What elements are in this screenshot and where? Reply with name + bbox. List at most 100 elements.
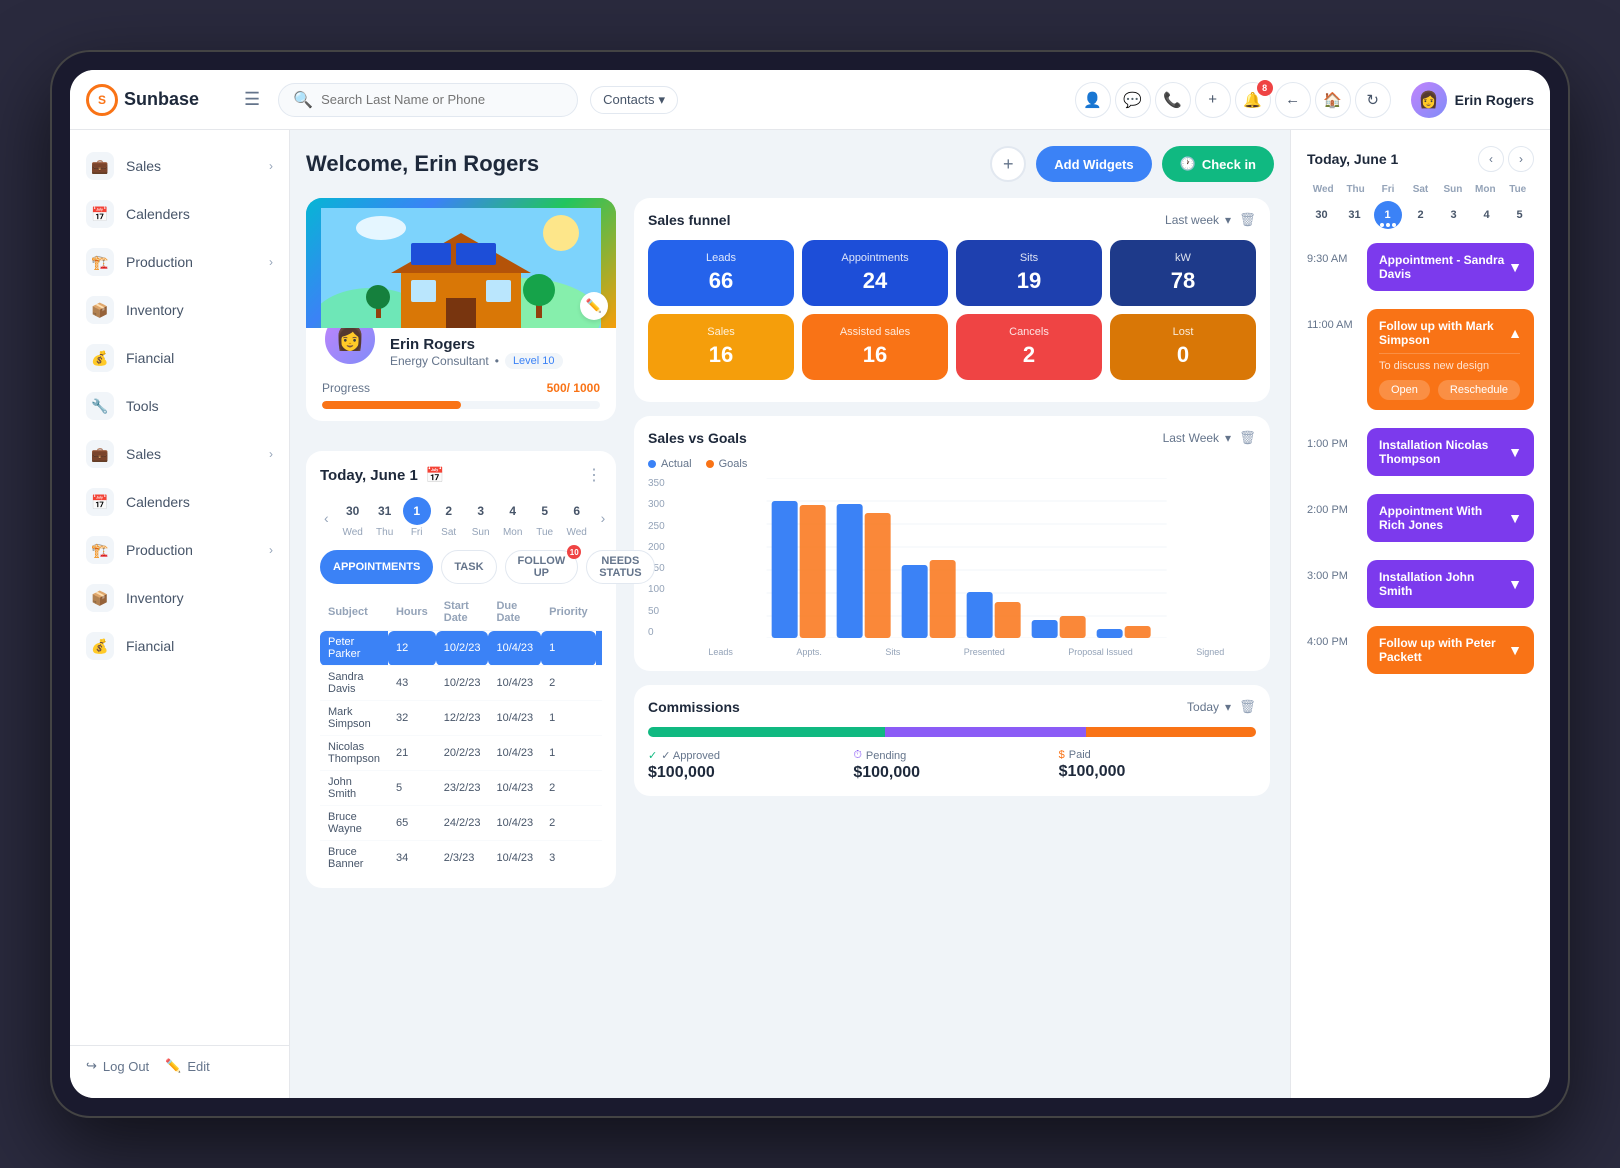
table-row[interactable]: John Smith 5 23/2/23 10/4/23 2 Completed (320, 771, 602, 806)
search-bar: 🔍 (278, 83, 578, 117)
event-reschedule-button[interactable]: Reschedule (1438, 380, 1520, 400)
rp-date-30[interactable]: 30 (1308, 201, 1336, 229)
add-icon-button[interactable]: + (1195, 82, 1231, 118)
sidebar-item-calendars-1[interactable]: 📅 Calenders (70, 190, 289, 238)
phone-icon-button[interactable]: 📞 (1155, 82, 1191, 118)
approved-stat: ✓ ✓ Approved $100,000 (648, 749, 845, 782)
sidebar-item-inventory-1[interactable]: 📦 Inventory (70, 286, 289, 334)
cal-next-button[interactable]: › (597, 508, 610, 528)
chart-delete-button[interactable]: 🗑 (1239, 430, 1256, 446)
rp-date-1[interactable]: 1 (1374, 201, 1402, 229)
approved-value: $100,000 (648, 764, 845, 782)
rp-date-31[interactable]: 31 (1341, 201, 1369, 229)
funnel-assisted-sales: Assisted sales 16 (802, 314, 948, 380)
event-installation-nicolas[interactable]: Installation Nicolas Thompson ▼ (1367, 428, 1534, 476)
profile-banner-image (306, 198, 616, 328)
commissions-card: Commissions Today ▾ 🗑 (634, 685, 1270, 796)
tab-appointments[interactable]: APPOINTMENTS (320, 550, 433, 584)
user-icon-button[interactable]: 👤 (1075, 82, 1111, 118)
event-appointment-rich[interactable]: Appointment With Rich Jones ▼ (1367, 494, 1534, 542)
sidebar-item-production-2[interactable]: 🏗️ Production › (70, 526, 289, 574)
event-followup-peter[interactable]: Follow up with Peter Packett ▼ (1367, 626, 1534, 674)
sidebar-item-inventory-2[interactable]: 📦 Inventory (70, 574, 289, 622)
commissions-filter-chevron-icon: ▾ (1225, 700, 1231, 714)
refresh-icon-button[interactable]: ↻ (1355, 82, 1391, 118)
right-panel: Today, June 1 ‹ › Wed Thu Fri Sat Sun Mo… (1290, 130, 1550, 1098)
funnel-sales: Sales 16 (648, 314, 794, 380)
event-installation-john[interactable]: Installation John Smith ▼ (1367, 560, 1534, 608)
table-row[interactable]: Nicolas Thompson 21 20/2/23 10/4/23 1 Co… (320, 736, 602, 771)
table-container[interactable]: Subject Hours Start Date Due Date Priori… (320, 594, 602, 874)
rp-date-3[interactable]: 3 (1440, 201, 1468, 229)
funnel-leads: Leads 66 (648, 240, 794, 306)
notification-badge: 8 (1257, 80, 1273, 96)
sidebar-label-inventory-1: Inventory (126, 302, 184, 318)
sidebar-item-sales-2[interactable]: 💼 Sales › (70, 430, 289, 478)
rp-header: Today, June 1 ‹ › (1307, 146, 1534, 172)
rp-date-2[interactable]: 2 (1407, 201, 1435, 229)
home-icon-button[interactable]: 🏠 (1315, 82, 1351, 118)
cal-prev-button[interactable]: ‹ (320, 508, 333, 528)
pending-stat: ⏱ Pending $100,000 (853, 749, 1050, 782)
tab-needs-status[interactable]: NEEDS STATUS (586, 550, 654, 584)
rp-date-5[interactable]: 5 (1506, 201, 1534, 229)
contacts-dropdown[interactable]: Contacts ▾ (590, 86, 678, 114)
welcome-title: Welcome, Erin Rogers (306, 151, 539, 177)
cell-hours: 21 (388, 736, 436, 771)
legend-goals: Goals (706, 458, 748, 470)
cell-hours: 43 (388, 666, 436, 701)
sidebar-item-calendars-2[interactable]: 📅 Calenders (70, 478, 289, 526)
event-row-400: 4:00 PM Follow up with Peter Packett ▼ (1307, 626, 1534, 684)
bell-icon-button[interactable]: 🔔 8 (1235, 82, 1271, 118)
rp-next-button[interactable]: › (1508, 146, 1534, 172)
edit-button[interactable]: ✏️ Edit (165, 1058, 210, 1074)
table-row[interactable]: Bruce Banner 34 2/3/23 10/4/23 3 Stalled (320, 841, 602, 875)
tab-task[interactable]: TASK (441, 550, 496, 584)
add-widgets-button[interactable]: Add Widgets (1036, 146, 1151, 182)
calendar-icon: 📅 (426, 466, 445, 484)
funnel-delete-button[interactable]: 🗑 (1239, 212, 1256, 228)
cal-day-5: 4 Mon (499, 497, 527, 538)
chart-header: Sales vs Goals Last Week ▾ 🗑 (648, 430, 1256, 446)
logout-button[interactable]: ↪ Log Out (86, 1058, 149, 1074)
sidebar-label-tools: Tools (126, 398, 159, 414)
hamburger-button[interactable]: ☰ (238, 83, 266, 116)
chevron-right-icon: › (269, 159, 273, 173)
sidebar-item-financial-2[interactable]: 💰 Fiancial (70, 622, 289, 670)
production-icon-2: 🏗️ (86, 536, 114, 564)
back-icon-button[interactable]: ← (1275, 82, 1311, 118)
sidebar-item-tools[interactable]: 🔧 Tools (70, 382, 289, 430)
event-followup-mark[interactable]: Follow up with Mark Simpson ▲ To discuss… (1367, 309, 1534, 410)
search-input[interactable] (321, 92, 563, 107)
sidebar-label-financial-1: Fiancial (126, 350, 174, 366)
event-open-button[interactable]: Open (1379, 380, 1430, 400)
funnel-filter[interactable]: Last week ▾ (1165, 213, 1231, 227)
chat-icon-button[interactable]: 💬 (1115, 82, 1151, 118)
chart-filter[interactable]: Last Week ▾ (1163, 431, 1232, 445)
add-button[interactable]: + (990, 146, 1026, 182)
rp-date-4[interactable]: 4 (1473, 201, 1501, 229)
actual-dot (648, 460, 656, 468)
cal-day-0: 30 Wed (339, 497, 367, 538)
progress-label: Progress 500/ 1000 (322, 381, 600, 395)
today-menu-button[interactable]: ⋮ (586, 465, 602, 485)
event-appointment-sandra[interactable]: Appointment - Sandra Davis ▼ (1367, 243, 1534, 291)
sidebar-item-production-1[interactable]: 🏗️ Production › (70, 238, 289, 286)
edit-icon: ✏️ (165, 1058, 181, 1074)
middle-column: Sales funnel Last week ▾ 🗑 (630, 198, 1274, 1098)
commissions-filter[interactable]: Today ▾ (1187, 700, 1231, 714)
checkin-button[interactable]: 🕐 Check in (1162, 146, 1274, 182)
commissions-delete-button[interactable]: 🗑 (1239, 699, 1256, 715)
edit-banner-button[interactable]: ✏️ (580, 292, 608, 320)
commissions-stats: ✓ ✓ Approved $100,000 ⏱ Pending (648, 749, 1256, 782)
tab-followup[interactable]: FOLLOW UP 10 (505, 550, 579, 584)
sidebar-item-financial-1[interactable]: 💰 Fiancial (70, 334, 289, 382)
sidebar-item-sales-1[interactable]: 💼 Sales › (70, 142, 289, 190)
rp-prev-button[interactable]: ‹ (1478, 146, 1504, 172)
table-row[interactable]: Sandra Davis 43 10/2/23 10/4/23 2 Comple… (320, 666, 602, 701)
table-row[interactable]: Bruce Wayne 65 24/2/23 10/4/23 2 Stalled (320, 806, 602, 841)
paid-stat: $ Paid $100,000 (1059, 749, 1256, 782)
profile-card: ✏️ 👩 Erin Rogers Energy Consultant • Le (306, 198, 616, 421)
table-row[interactable]: Peter Parker 12 10/2/23 10/4/23 1 Pendin… (320, 631, 602, 666)
table-row[interactable]: Mark Simpson 32 12/2/23 10/4/23 1 Pendin… (320, 701, 602, 736)
